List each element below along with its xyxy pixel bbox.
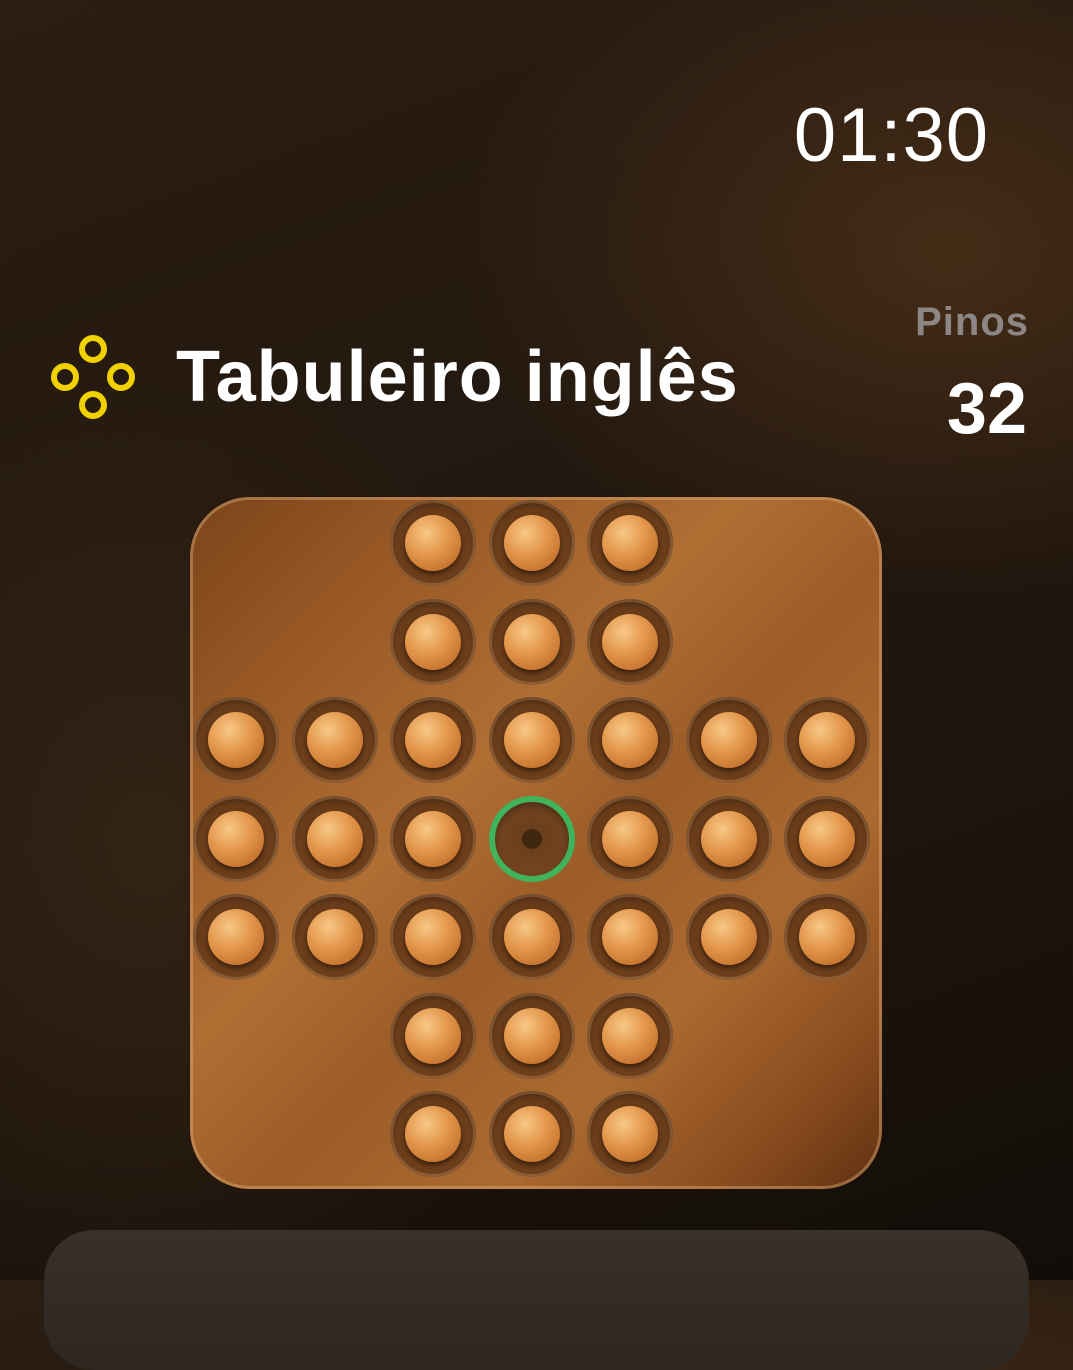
- peg[interactable]: [602, 810, 658, 867]
- board-hole-filled[interactable]: [587, 500, 673, 586]
- peg[interactable]: [503, 712, 560, 768]
- board-hole-filled[interactable]: [488, 697, 575, 783]
- board-hole-filled[interactable]: [390, 500, 476, 586]
- peg[interactable]: [306, 712, 363, 768]
- board-hole-filled[interactable]: [193, 697, 279, 783]
- peg[interactable]: [503, 1106, 560, 1162]
- peg[interactable]: [700, 909, 757, 965]
- peg[interactable]: [503, 1007, 560, 1064]
- board-hole-filled[interactable]: [390, 697, 476, 783]
- board-hole-filled[interactable]: [587, 598, 673, 685]
- board-hole-filled[interactable]: [488, 1091, 575, 1177]
- peg[interactable]: [306, 810, 363, 867]
- peg[interactable]: [208, 909, 264, 965]
- peg[interactable]: [405, 810, 461, 867]
- board-hole-filled[interactable]: [488, 992, 575, 1079]
- peg[interactable]: [602, 1007, 658, 1064]
- peg[interactable]: [700, 712, 757, 768]
- four-circles-icon: [51, 335, 135, 419]
- peg[interactable]: [306, 909, 363, 965]
- game-header: Tabuleiro inglês: [46, 330, 739, 424]
- peg[interactable]: [602, 712, 658, 768]
- board-hole-filled[interactable]: [390, 1091, 476, 1177]
- board-hole-filled[interactable]: [784, 894, 870, 980]
- peg[interactable]: [405, 1106, 461, 1162]
- pins-count: 32: [946, 369, 1027, 449]
- peg[interactable]: [405, 515, 461, 571]
- board-hole-filled[interactable]: [390, 992, 476, 1079]
- board-title: Tabuleiro inglês: [176, 337, 739, 417]
- board-hole-filled[interactable]: [193, 795, 279, 882]
- peg[interactable]: [405, 1007, 461, 1064]
- board-hole-filled[interactable]: [291, 894, 378, 980]
- board-hole-filled[interactable]: [193, 894, 279, 980]
- board-hole-filled[interactable]: [587, 992, 673, 1079]
- board-hole-filled[interactable]: [390, 598, 476, 685]
- board-hole-filled[interactable]: [390, 795, 476, 882]
- peg[interactable]: [208, 810, 264, 867]
- peg[interactable]: [405, 613, 461, 670]
- peg[interactable]: [799, 909, 855, 965]
- peg[interactable]: [602, 613, 658, 670]
- peg[interactable]: [503, 909, 560, 965]
- peg[interactable]: [602, 1106, 658, 1162]
- peg[interactable]: [799, 810, 855, 867]
- peg[interactable]: [208, 712, 264, 768]
- pins-label: Pinos: [915, 300, 1029, 344]
- peg[interactable]: [503, 515, 560, 571]
- board-hole-filled[interactable]: [587, 1091, 673, 1177]
- peg[interactable]: [405, 712, 461, 768]
- board-hole-filled[interactable]: [291, 697, 378, 783]
- board-hole-filled[interactable]: [488, 500, 575, 586]
- peg-board: [190, 497, 882, 1189]
- peg[interactable]: [503, 613, 560, 670]
- board-hole-filled[interactable]: [390, 894, 476, 980]
- peg[interactable]: [602, 909, 658, 965]
- board-hole-filled[interactable]: [685, 894, 772, 980]
- bottom-panel[interactable]: [44, 1230, 1029, 1370]
- peg[interactable]: [700, 810, 757, 867]
- board-hole-filled[interactable]: [488, 598, 575, 685]
- board-hole-filled[interactable]: [587, 894, 673, 980]
- board-hole-filled[interactable]: [291, 795, 378, 882]
- board-hole-filled[interactable]: [685, 795, 772, 882]
- board-hole-filled[interactable]: [685, 697, 772, 783]
- board-hole-filled[interactable]: [784, 795, 870, 882]
- board-hole-filled[interactable]: [784, 697, 870, 783]
- board-hole-filled[interactable]: [488, 894, 575, 980]
- board-hole-filled[interactable]: [587, 795, 673, 882]
- peg[interactable]: [799, 712, 855, 768]
- clock-time: 01:30: [793, 93, 989, 178]
- peg[interactable]: [405, 909, 461, 965]
- board-hole-filled[interactable]: [587, 697, 673, 783]
- board-hole-selected[interactable]: [488, 795, 575, 882]
- peg[interactable]: [602, 515, 658, 571]
